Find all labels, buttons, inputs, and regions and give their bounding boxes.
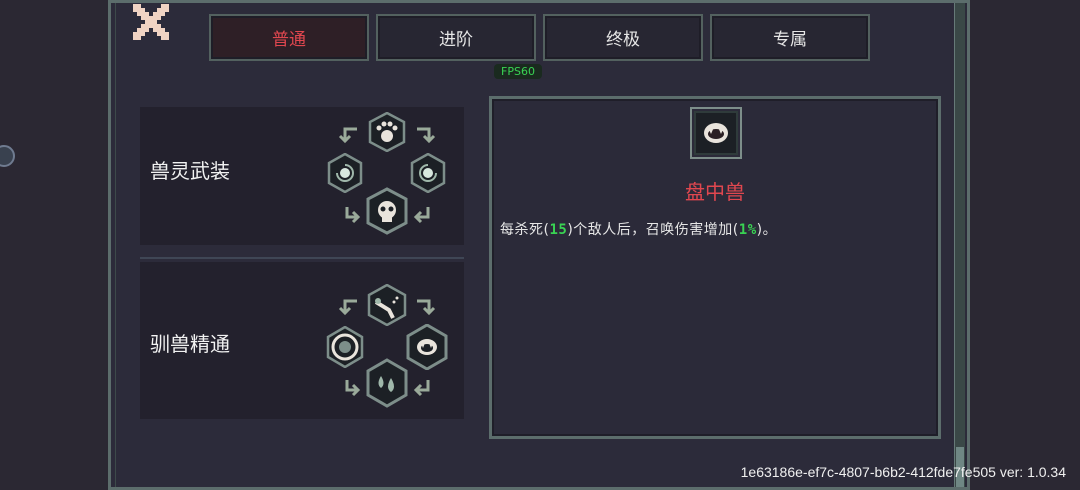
tab-ultimate[interactable]: 终极 (543, 14, 703, 61)
tab-normal[interactable]: 普通 (209, 14, 369, 61)
droplets-icon[interactable] (365, 358, 409, 408)
claw-icon[interactable] (367, 283, 407, 327)
fps-counter: FPS60 (494, 64, 542, 79)
kill-count-value: 15 (549, 222, 568, 238)
spiral-left-icon[interactable] (327, 152, 363, 194)
tab-advanced[interactable]: 进阶 (376, 14, 536, 61)
desc-middle: 个敌人后，召唤伤害增加 (573, 222, 733, 238)
ring-icon[interactable] (326, 325, 364, 369)
skill-title: 盘中兽 (685, 180, 745, 204)
spiral-right-icon[interactable] (410, 152, 446, 194)
close-icon[interactable] (133, 4, 169, 40)
desc-prefix: 每杀死 (500, 222, 544, 238)
tab-exclusive[interactable]: 专属 (710, 14, 870, 61)
skull-icon[interactable] (365, 187, 409, 235)
skill-description: 每杀死(15)个敌人后，召唤伤害增加(1%)。 (500, 219, 777, 239)
fanged-mouth-icon (690, 107, 742, 159)
desc-suffix: 。 (762, 222, 778, 238)
skill-group-name: 兽灵武装 (150, 159, 230, 183)
version-footer: 1e63186e-ef7c-4807-b6b2-412fde7fe505 ver… (740, 464, 1066, 480)
skill-group-beast-armament[interactable]: 兽灵武装 (140, 107, 464, 245)
paw-icon[interactable] (367, 111, 407, 153)
skill-detail-panel: 盘中兽 每杀死(15)个敌人后，召唤伤害增加(1%)。 (489, 96, 941, 439)
fanged-mouth-icon[interactable] (406, 323, 448, 371)
damage-bonus-value: 1% (738, 222, 757, 238)
skill-group-name: 驯兽精通 (150, 332, 230, 356)
scrollbar[interactable] (954, 3, 965, 487)
side-handle[interactable] (0, 145, 15, 167)
skill-group-beast-mastery[interactable]: 驯兽精通 (140, 262, 464, 419)
divider (140, 257, 464, 259)
